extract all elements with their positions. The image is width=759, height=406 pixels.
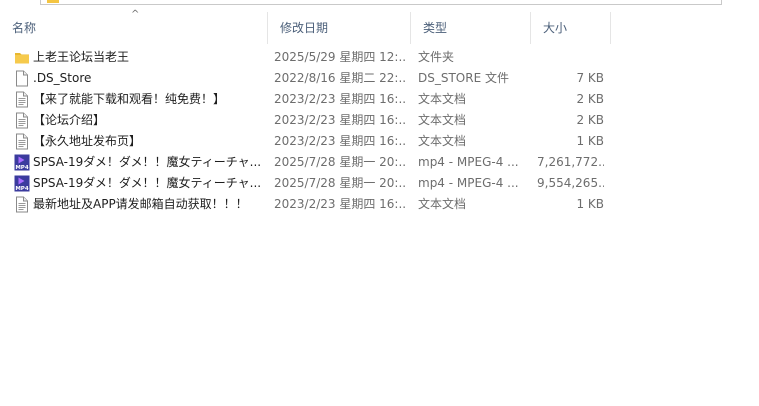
text-file-icon bbox=[14, 133, 30, 150]
file-type: mp4 - MPEG-4 ... bbox=[418, 176, 519, 190]
file-name: 上老王论坛当老王 bbox=[33, 50, 130, 64]
file-size: 2 KB bbox=[576, 113, 604, 127]
file-date-modified: 2025/5/29 星期四 12:... bbox=[274, 50, 407, 64]
file-size bbox=[537, 47, 604, 68]
file-type: mp4 - MPEG-4 ... bbox=[418, 155, 519, 169]
address-path-box[interactable] bbox=[40, 0, 722, 5]
file-row[interactable]: MP4 SPSA-19ダメ！ダメ！！魔女ティーチャ... 2025/7/28 星期一… bbox=[0, 152, 759, 173]
file-size: 7 KB bbox=[576, 71, 604, 85]
file-name: .DS_Store bbox=[33, 71, 92, 85]
svg-text:MP4: MP4 bbox=[15, 165, 29, 171]
file-row[interactable]: 【来了就能下载和观看！纯免费！】 2023/2/23 星期四 16:... 文本文档… bbox=[0, 89, 759, 110]
file-date-modified: 2023/2/23 星期四 16:... bbox=[274, 92, 407, 106]
file-name: 最新地址及APP请发邮箱自动获取！！！ bbox=[33, 197, 248, 211]
file-name: 【来了就能下载和观看！纯免费！】 bbox=[33, 92, 226, 106]
file-row[interactable]: 最新地址及APP请发邮箱自动获取！！！ 2023/2/23 星期四 16:... 文… bbox=[0, 194, 759, 215]
file-size: 1 KB bbox=[576, 197, 604, 211]
file-name: SPSA-19ダメ！ダメ！！魔女ティーチャ... bbox=[33, 176, 262, 190]
folder-icon bbox=[47, 0, 59, 3]
file-row[interactable]: 【永久地址发布页】 2023/2/23 星期四 16:... 文本文档 1 KB bbox=[0, 131, 759, 152]
file-row[interactable]: 【论坛介绍】 2023/2/23 星期四 16:... 文本文档 2 KB bbox=[0, 110, 759, 131]
svg-text:MP4: MP4 bbox=[15, 186, 29, 192]
file-type: 文本文档 bbox=[418, 113, 467, 127]
file-name: SPSA-19ダメ！ダメ！！魔女ティーチャ... bbox=[33, 155, 262, 169]
file-size: 7,261,772... bbox=[537, 155, 604, 169]
column-header-type[interactable]: 类型 bbox=[411, 12, 531, 44]
file-date-modified: 2023/2/23 星期四 16:... bbox=[274, 197, 407, 211]
file-type: 文件夹 bbox=[418, 50, 455, 64]
file-row[interactable]: 上老王论坛当老王 2025/5/29 星期四 12:... 文件夹 bbox=[0, 47, 759, 68]
column-header-date[interactable]: 修改日期 bbox=[268, 12, 411, 44]
file-date-modified: 2025/7/28 星期一 20:... bbox=[274, 176, 407, 190]
text-file-icon bbox=[14, 91, 30, 108]
text-file-icon bbox=[14, 196, 30, 213]
file-type: 文本文档 bbox=[418, 92, 467, 106]
file-size: 9,554,265... bbox=[537, 176, 604, 190]
file-row[interactable]: MP4 SPSA-19ダメ！ダメ！！魔女ティーチャ... 2025/7/28 星期一… bbox=[0, 173, 759, 194]
address-bar-fragment bbox=[0, 0, 759, 8]
blank-file-icon bbox=[14, 70, 30, 87]
mp4-file-icon: MP4 bbox=[14, 154, 30, 171]
file-type: 文本文档 bbox=[418, 134, 467, 148]
file-size: 1 KB bbox=[576, 134, 604, 148]
text-file-icon bbox=[14, 112, 30, 129]
file-name: 【永久地址发布页】 bbox=[33, 134, 142, 148]
folder-icon bbox=[14, 49, 30, 66]
mp4-file-icon: MP4 bbox=[14, 175, 30, 192]
column-header-row: ^ 名称 修改日期 类型 大小 bbox=[0, 9, 759, 44]
file-date-modified: 2025/7/28 星期一 20:... bbox=[274, 155, 407, 169]
file-row[interactable]: .DS_Store 2022/8/16 星期二 22:... DS_STORE 文件… bbox=[0, 68, 759, 89]
file-type: 文本文档 bbox=[418, 197, 467, 211]
file-name: 【论坛介绍】 bbox=[33, 113, 106, 127]
column-header-name[interactable]: 名称 bbox=[0, 12, 268, 44]
column-header-size[interactable]: 大小 bbox=[531, 12, 611, 44]
file-size: 2 KB bbox=[576, 92, 604, 106]
file-date-modified: 2023/2/23 星期四 16:... bbox=[274, 134, 407, 148]
file-list: 上老王论坛当老王 2025/5/29 星期四 12:... 文件夹 .DS_Store… bbox=[0, 47, 759, 215]
file-type: DS_STORE 文件 bbox=[418, 71, 509, 85]
file-date-modified: 2022/8/16 星期二 22:... bbox=[274, 71, 407, 85]
file-date-modified: 2023/2/23 星期四 16:... bbox=[274, 113, 407, 127]
